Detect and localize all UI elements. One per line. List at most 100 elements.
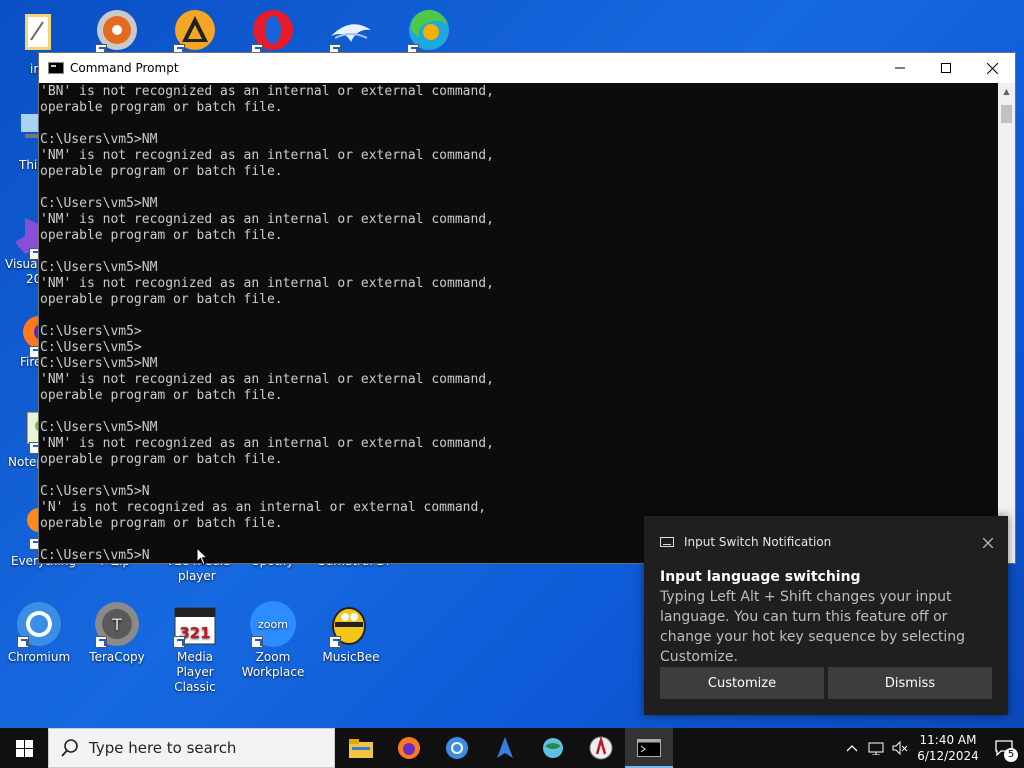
console-line: 'NM' is not recognized as an internal or… xyxy=(40,276,494,291)
console-line: C:\Users\vm5>NM xyxy=(40,420,158,435)
command-prompt-window[interactable]: Command Prompt 'BN' is not recognized as… xyxy=(38,52,1016,564)
edge-icon xyxy=(405,8,453,56)
volume-button[interactable] xyxy=(888,741,912,755)
console-line: operable program or batch file. xyxy=(40,388,283,403)
input-switch-notification[interactable]: Input Switch Notification Input language… xyxy=(644,516,1008,715)
cmd-icon xyxy=(637,739,661,757)
chevron-up-icon xyxy=(846,745,858,752)
media-player-classic-icon: 321 xyxy=(171,600,219,648)
notification-count-badge: 5 xyxy=(1004,748,1018,762)
console-output[interactable]: 'BN' is not recognized as an internal or… xyxy=(39,83,998,563)
console-line: 'BN' is not recognized as an internal or… xyxy=(40,84,494,99)
console-line: operable program or batch file. xyxy=(40,452,283,467)
show-hidden-icons-button[interactable] xyxy=(840,744,864,752)
customize-button[interactable]: Customize xyxy=(660,667,824,699)
file-icon xyxy=(15,8,63,56)
chromium-icon xyxy=(446,737,468,759)
app-shell-icon xyxy=(497,737,513,758)
console-line: C:\Users\vm5>NM xyxy=(40,132,158,147)
scrollbar-thumb[interactable] xyxy=(1001,105,1012,123)
console-line: operable program or batch file. xyxy=(40,100,283,115)
scroll-up-icon[interactable]: ▲ xyxy=(998,83,1015,100)
clock-time: 11:40 AM xyxy=(919,733,977,747)
firefox-icon xyxy=(398,737,420,759)
console-line: operable program or batch file. xyxy=(40,292,283,307)
aimp-icon xyxy=(171,8,219,56)
taskbar-firefox[interactable] xyxy=(385,728,433,768)
compass-icon xyxy=(589,736,613,760)
desktop-icon-label-2: Workplace xyxy=(241,665,305,679)
notification-app-name: Input Switch Notification xyxy=(684,535,832,549)
taskbar-app-compass[interactable] xyxy=(577,728,625,768)
mouse-cursor-icon xyxy=(196,547,208,566)
console-line: 'NM' is not recognized as an internal or… xyxy=(40,148,494,163)
bird-icon xyxy=(327,8,375,56)
action-center-button[interactable]: 5 xyxy=(984,740,1024,762)
desktop-icon-opera[interactable] xyxy=(236,8,310,58)
notification-title: Input language switching xyxy=(660,569,861,585)
notification-body: Typing Left Alt + Shift changes your inp… xyxy=(660,589,966,665)
zoom-icon: zoom xyxy=(249,600,297,648)
taskbar-search-box[interactable]: Type here to search xyxy=(48,728,335,768)
console-line: 'NM' is not recognized as an internal or… xyxy=(40,372,494,387)
svg-text:zoom: zoom xyxy=(258,618,288,631)
console-line: C:\Users\vm5> xyxy=(40,324,142,339)
globe-icon xyxy=(543,738,563,758)
dismiss-button[interactable]: Dismiss xyxy=(828,667,992,699)
console-line: 'N' is not recognized as an internal or … xyxy=(40,500,487,515)
desktop-icon-label: MusicBee xyxy=(322,650,380,664)
teracopy-icon: T xyxy=(93,600,141,648)
desktop-label-player: player xyxy=(178,569,216,583)
desktop-icon-edge[interactable] xyxy=(392,8,466,58)
desktop-icon-label: Media Player xyxy=(176,650,214,679)
clock[interactable]: 11:40 AM 6/12/2024 xyxy=(912,732,984,764)
desktop-icon-aimp[interactable] xyxy=(158,8,232,58)
taskbar-file-explorer[interactable] xyxy=(337,728,385,768)
firefox-icon xyxy=(0,310,43,358)
disc-burner-icon xyxy=(93,8,141,56)
vertical-scrollbar[interactable]: ▲ xyxy=(998,83,1015,563)
keyboard-icon xyxy=(660,537,674,547)
console-line: C:\Users\vm5> xyxy=(40,340,142,355)
svg-text:T: T xyxy=(111,615,122,634)
start-button[interactable] xyxy=(0,728,48,768)
network-icon xyxy=(868,742,884,755)
taskbar-app-blue[interactable] xyxy=(481,728,529,768)
chromium-icon xyxy=(15,600,63,648)
close-icon xyxy=(982,537,994,548)
taskbar-app-globe[interactable] xyxy=(529,728,577,768)
desktop-icon-zoom[interactable]: zoom Zoom Workplace xyxy=(236,600,310,680)
desktop-icon-mpc[interactable]: 321 Media Player Classic xyxy=(158,600,232,695)
desktop-icon-file[interactable]: in xyxy=(2,8,76,76)
console-line: C:\Users\vm5>NM xyxy=(40,196,158,211)
close-button[interactable] xyxy=(969,53,1015,83)
desktop-icon-label: TeraCopy xyxy=(89,650,145,664)
taskbar-chromium[interactable] xyxy=(433,728,481,768)
desktop-icon-label-2: Classic xyxy=(174,680,216,694)
taskbar-command-prompt[interactable] xyxy=(625,728,673,768)
desktop-icon-chromium[interactable]: Chromium xyxy=(2,600,76,665)
desktop-icon-label: Zoom xyxy=(255,650,291,664)
maximize-button[interactable] xyxy=(923,53,969,83)
title-bar[interactable]: Command Prompt xyxy=(39,53,1015,83)
console-line: operable program or batch file. xyxy=(40,228,283,243)
minimize-button[interactable] xyxy=(877,53,923,83)
cmd-app-icon xyxy=(48,62,64,74)
volume-muted-icon xyxy=(892,741,908,755)
visual-studio-icon xyxy=(0,212,43,260)
console-line: 'NM' is not recognized as an internal or… xyxy=(40,212,494,227)
desktop-icon-teracopy[interactable]: T TeraCopy xyxy=(80,600,154,665)
close-icon xyxy=(986,62,998,74)
desktop-icon-musicbee[interactable]: MusicBee xyxy=(314,600,388,665)
notification-close-button[interactable] xyxy=(968,533,1008,552)
desktop-label-visual: Visual xyxy=(5,257,41,271)
console-line: 'NM' is not recognized as an internal or… xyxy=(40,436,494,451)
search-placeholder: Type here to search xyxy=(89,739,237,757)
network-button[interactable] xyxy=(864,741,888,755)
desktop-icon-disc[interactable] xyxy=(80,8,154,58)
desktop-icon-thunderbird[interactable] xyxy=(314,8,388,58)
